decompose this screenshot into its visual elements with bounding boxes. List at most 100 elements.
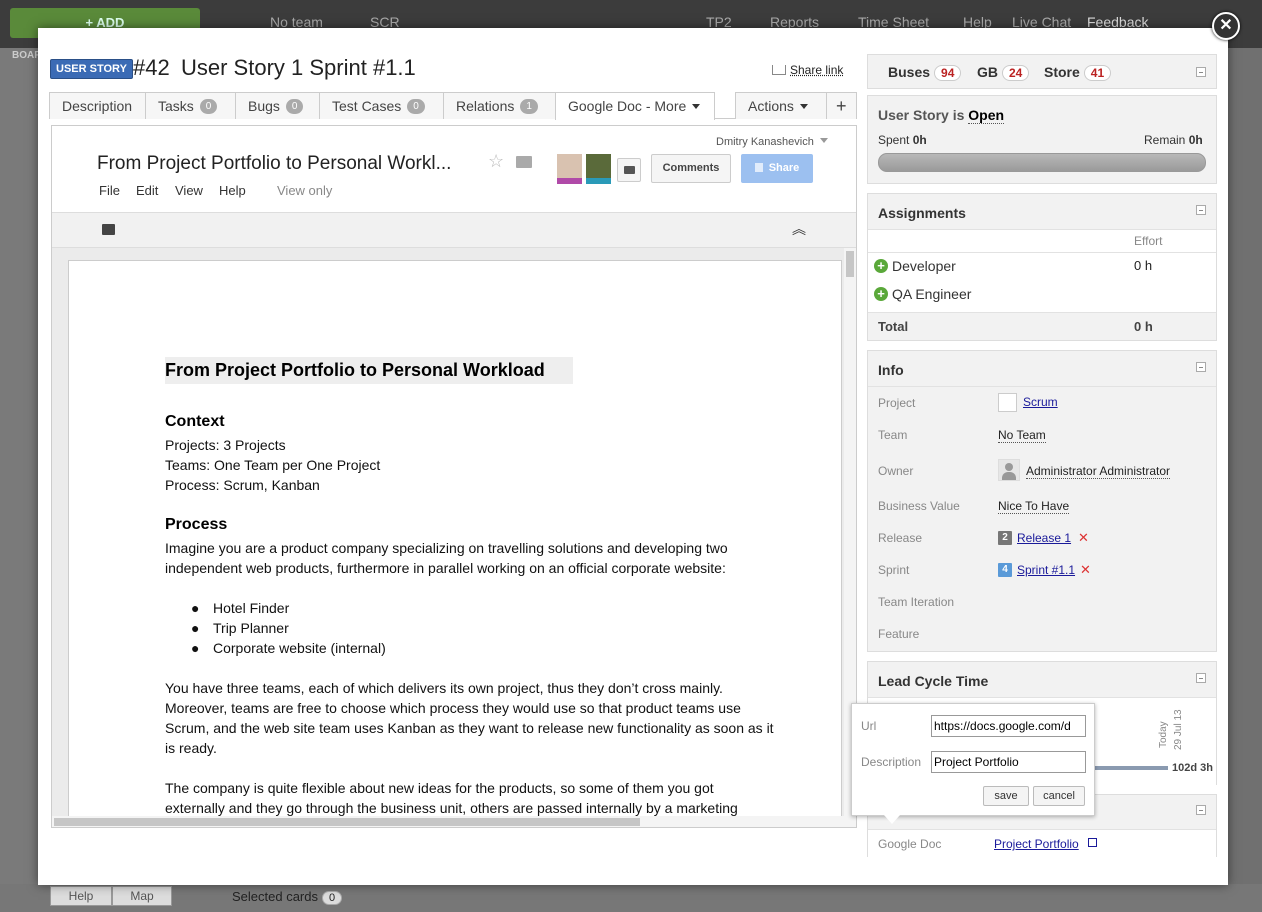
status-state[interactable]: Open <box>968 107 1005 124</box>
process-title: Process <box>165 516 228 533</box>
app-right-strip <box>1228 48 1262 884</box>
context-line: Teams: One Team per One Project <box>165 457 381 473</box>
app-bottom-bar <box>0 884 1262 912</box>
lock-icon <box>754 163 763 172</box>
add-tab-button[interactable]: + <box>826 92 857 119</box>
tab-google-doc[interactable]: Google Doc - More <box>555 92 715 120</box>
context-line: Process: Scrum, Kanban <box>165 477 320 493</box>
process-paragraph: Imagine you are a product company specia… <box>165 540 728 576</box>
project-link[interactable]: Scrum <box>1023 395 1058 409</box>
avatar <box>557 154 582 184</box>
folder-icon[interactable] <box>516 156 532 168</box>
release-number: 2 <box>998 531 1012 545</box>
description-label: Description <box>861 755 922 769</box>
total-value: 0 h <box>1134 319 1153 334</box>
team-iteration-label: Team Iteration <box>878 595 955 609</box>
google-doc-frame: Dmitry Kanashevich From Project Portfoli… <box>51 125 857 828</box>
collapse-icon[interactable] <box>1196 205 1206 215</box>
add-icon[interactable]: + <box>874 287 888 301</box>
avatar <box>998 459 1020 481</box>
chat-icon[interactable] <box>617 158 641 182</box>
cancel-button[interactable]: cancel <box>1033 786 1085 806</box>
gdoc-page: From Project Portfolio to Personal Workl… <box>68 260 842 820</box>
gdoc-menu-view[interactable]: View <box>175 183 203 198</box>
counter-gb[interactable]: GB 24 <box>977 64 1030 81</box>
print-icon[interactable] <box>102 224 115 235</box>
gdoc-menu-file[interactable]: File <box>99 183 120 198</box>
collapse-icon[interactable] <box>1196 673 1206 683</box>
cycle-bar <box>1094 766 1168 770</box>
actions-menu[interactable]: Actions <box>735 92 827 119</box>
tab-relations[interactable]: Relations 1 <box>443 92 556 119</box>
save-button[interactable]: save <box>983 786 1029 806</box>
bullet-dot: ● <box>191 620 200 636</box>
team-value[interactable]: No Team <box>998 428 1046 443</box>
google-doc-link[interactable]: Project Portfolio <box>994 837 1079 851</box>
context-line: Projects: 3 Projects <box>165 437 286 453</box>
url-input[interactable] <box>931 715 1086 737</box>
doc-paragraph: The company is quite flexible about new … <box>165 780 738 816</box>
bullet-item: Corporate website (internal) <box>213 640 386 656</box>
close-icon[interactable]: ✕ <box>1212 12 1240 40</box>
project-label: Project <box>878 396 916 410</box>
status-panel: User Story is Open Spent 0h Remain 0h <box>867 95 1217 184</box>
context-title: Context <box>165 413 225 430</box>
remove-icon[interactable]: ✕ <box>1080 562 1091 578</box>
gdoc-menu-help[interactable]: Help <box>219 183 246 198</box>
tab-bar: Description Tasks 0 Bugs 0 Test Cases 0 Rel… <box>49 92 857 120</box>
app-sidebar <box>0 48 40 912</box>
bullet-item: Trip Planner <box>213 620 289 636</box>
share-button[interactable]: Share <box>741 154 813 183</box>
description-input[interactable] <box>931 751 1086 773</box>
entity-title[interactable]: User Story 1 Sprint #1.1 <box>181 55 416 81</box>
doc-paragraph: You have three teams, each of which deli… <box>165 680 774 756</box>
chevron-down-icon <box>692 104 701 109</box>
google-doc-label: Google Doc <box>878 837 942 851</box>
external-link-icon[interactable] <box>1088 838 1097 847</box>
selected-cards[interactable]: Selected cards 0 <box>232 889 343 905</box>
gdoc-header: Dmitry Kanashevich From Project Portfoli… <box>52 126 856 212</box>
selected-cards-label: Selected cards <box>232 889 318 904</box>
tab-test-cases[interactable]: Test Cases 0 <box>319 92 444 119</box>
sprint-number: 4 <box>998 563 1012 577</box>
remain-label: Remain 0h <box>1144 133 1203 147</box>
collapse-icon[interactable] <box>1196 362 1206 372</box>
chevron-down-icon <box>799 104 808 109</box>
google-doc-edit-popup: Url Description save cancel <box>851 703 1095 816</box>
effort-header: Effort <box>1134 234 1163 248</box>
vertical-scroll-thumb[interactable] <box>846 251 854 277</box>
expand-icon[interactable] <box>1196 67 1206 77</box>
map-button[interactable]: Map <box>112 886 172 906</box>
owner-value[interactable]: Administrator Administrator <box>1026 464 1171 479</box>
collapse-icon[interactable] <box>1196 805 1206 815</box>
tab-tasks[interactable]: Tasks 0 <box>145 92 236 119</box>
remove-icon[interactable]: ✕ <box>1078 530 1089 546</box>
counter-store[interactable]: Store 41 <box>1044 64 1112 81</box>
chevron-down-icon <box>819 138 828 143</box>
share-link[interactable]: Share link <box>772 62 843 77</box>
release-link[interactable]: Release 1 <box>1017 531 1071 545</box>
gdoc-user[interactable]: Dmitry Kanashevich <box>716 136 828 148</box>
tab-count: 0 <box>285 99 304 114</box>
info-panel: Info Project Scrum Team No Team Owner Ad… <box>867 350 1217 652</box>
role-developer[interactable]: Developer <box>892 258 956 274</box>
custom-counters-panel: Buses 94 GB 24 Store 41 <box>867 54 1217 89</box>
feature-label: Feature <box>878 627 920 641</box>
role-qa-engineer[interactable]: QA Engineer <box>892 286 971 302</box>
effort-value[interactable]: 0 h <box>1134 258 1152 273</box>
comments-button[interactable]: Comments <box>651 154 731 183</box>
collapse-icon[interactable]: ︽ <box>792 219 806 239</box>
star-icon[interactable]: ☆ <box>488 151 504 172</box>
share-icon <box>772 65 786 75</box>
lead-cycle-title: Lead Cycle Time <box>878 673 989 689</box>
gdoc-menu-edit[interactable]: Edit <box>136 183 158 198</box>
sprint-link[interactable]: Sprint #1.1 <box>1017 563 1075 577</box>
business-value-value[interactable]: Nice To Have <box>998 499 1070 514</box>
tab-bugs[interactable]: Bugs 0 <box>235 92 320 119</box>
help-button[interactable]: Help <box>50 886 112 906</box>
tab-description[interactable]: Description <box>49 92 146 119</box>
counter-buses[interactable]: Buses 94 <box>888 64 962 81</box>
add-icon[interactable]: + <box>874 259 888 273</box>
horizontal-scroll-thumb[interactable] <box>54 818 640 826</box>
cycle-value: 102d 3h <box>1172 762 1213 774</box>
